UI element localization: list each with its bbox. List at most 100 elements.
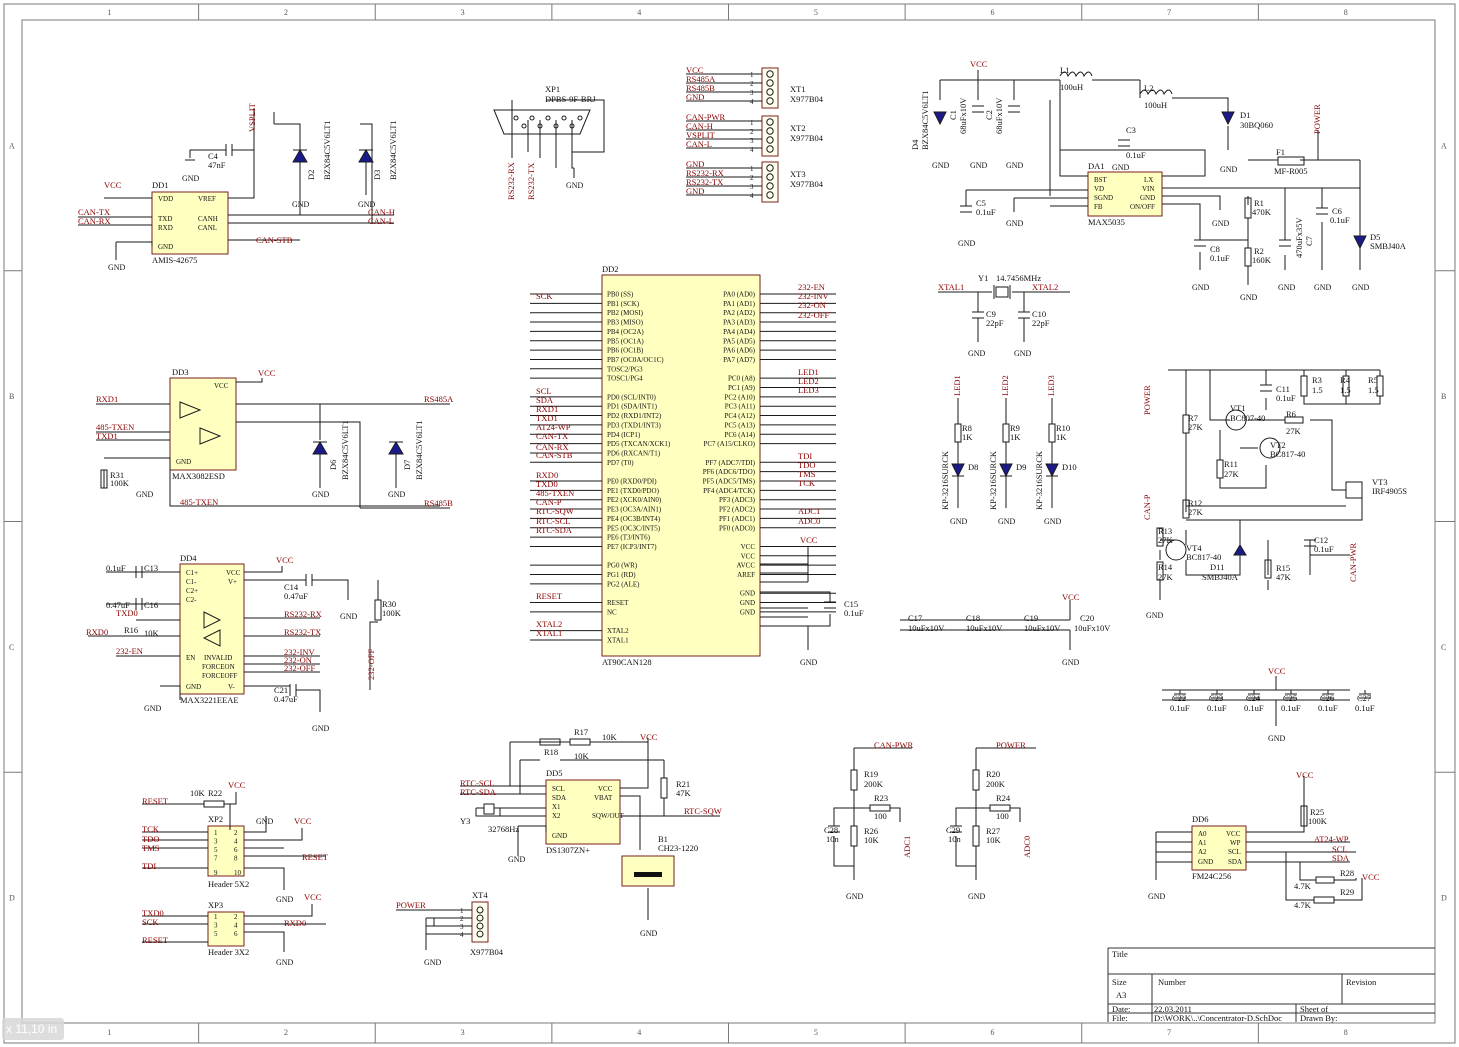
r18-ref: R18 [544,747,558,757]
c3-ref: C3 [1126,125,1136,135]
net-label: AT24-WP [1314,834,1349,844]
d5-value: SMBJ40A [1370,241,1407,251]
net-label: SCK [536,291,553,301]
dd2-pin-label: PF0 (ADC0) [719,524,756,532]
dd1-pin: TXD [158,215,172,223]
gnd-symbol: GND [1014,349,1032,358]
c8-value: 0.1uF [1210,253,1230,263]
dd2-ref: DD2 [602,264,619,274]
c21-value: 0.47uF [274,694,298,704]
c1-value: 68uFx10V [958,97,968,134]
net-label: VCC [640,732,658,742]
r14-value: 27K [1158,572,1174,582]
r23-value: 100 [874,811,887,821]
terminal-pin-number: 2 [750,174,754,182]
gnd-symbol: GND [292,200,310,209]
dd5-pin: SDA [552,794,566,802]
c28-value: 10n [826,834,840,844]
c15-value: 0.1uF [844,608,864,618]
net-label: CAN-L [368,216,394,226]
d3-ref: D3 [372,170,382,180]
gnd-symbol: GND [800,658,818,667]
terminal-pin-number: 1 [750,71,754,79]
title-label: Title [1112,949,1128,959]
r20-value: 200K [986,779,1006,789]
r16-ref: R16 [124,625,138,635]
vt2-value: BC817-40 [1270,449,1305,459]
header-pin-number: 5 [214,846,218,854]
dd5-pin: VBAT [594,794,613,802]
net-label: 232-ON [798,300,826,310]
dd5-pin: VCC [598,785,613,793]
headers-xp2-xp3: XP2 Header 5X2 XP3 Header 3X2 1 2 3 4 5 6 7 8 9 1… [142,780,329,967]
terminal-pin-number: 3 [460,923,464,931]
net-label: LED3 [798,385,819,395]
net-label: CAN-PWR [1348,542,1358,582]
dd2-pin-label: PD1 (SDA/INT1) [607,403,658,411]
dd2-pin-label: PA1 (AD1) [723,300,755,308]
size-label: Size [1112,977,1127,987]
header-pin-number: 3 [214,838,218,846]
r6-ref: R6 [1286,409,1296,419]
led-indicators: LED1R81KD8KP-3216SURCKGNDLED2R91KD9KP-32… [940,375,1077,526]
r31-value: 100K [110,478,130,488]
dd5-pin: SCL [552,785,565,793]
zone-col-label: 4 [637,8,641,17]
dd2-name: AT90CAN128 [602,657,652,667]
dd6-pin: A2 [1198,848,1207,856]
net-label: LED2 [1000,375,1010,396]
r6-value: 27K [1286,426,1302,436]
file-label: File: [1112,1013,1128,1023]
resistor-body [1048,423,1056,443]
header-pin-number: 3 [214,922,218,930]
net-label: VCC [228,780,246,790]
y3-ref: Y3 [460,816,470,826]
net-label: RTC-SQW [684,806,722,816]
net-label: RTC-SQW [536,506,574,516]
c9-value: 22pF [986,318,1004,328]
net-label: GND [686,186,704,196]
gnd-symbol: GND [1240,293,1258,302]
terminal-pin-number: 2 [460,915,464,923]
dd1-pin: CANH [198,215,218,223]
terminal-pin-number: 1 [750,119,754,127]
d6-ref: D6 [328,460,338,470]
da1-pin: VD [1094,185,1104,193]
terminal-pin-number: 4 [750,98,754,106]
dd2-pin-label: PF6 (ADC6/TDO) [703,468,756,476]
d7-value: BZX84C5V6LT1 [414,420,424,480]
dd6-name: FM24C256 [1192,871,1231,881]
dd2-pin-label: PF3 (ADC3) [719,496,756,504]
dd2-pin-label: XTAL1 [607,636,629,644]
dd4-pin: C2+ [186,587,198,595]
led-ref: D9 [1016,462,1026,472]
net-label: 232-EN [116,646,143,656]
resistor-value: 1K [962,432,973,442]
net-label: RESET [142,796,169,806]
net-label: RXD0 [86,627,108,637]
c1-ref: C1 [948,110,958,120]
c29-value: 10n [948,834,962,844]
size-value: A3 [1116,990,1126,1000]
terminal-pin-number: 4 [750,146,754,154]
c11-value: 0.1uF [1276,393,1296,403]
d6-value: BZX84C5V6LT1 [340,420,350,480]
cap-ref: C25 [1283,693,1297,703]
header-pin-number: 2 [234,913,238,921]
dd3-name: MAX3082ESD [172,471,225,481]
net-label: RESET [302,852,329,862]
da1-pin: LX [1144,176,1153,184]
cap-ref: C24 [1246,693,1261,703]
terminal-pin-number: 1 [460,907,464,915]
zone-col-label: 1 [107,8,111,17]
dd2-pin-label: PC1 (A9) [728,384,756,392]
r29-value: 4.7K [1294,900,1312,910]
da1-pin: GND [1140,194,1155,202]
dd2-pin-label: PC6 (A14) [724,431,755,439]
zone-col-label: 5 [814,8,818,17]
xt2-ref: XT2 [790,123,806,133]
dd2-pin-label: PE3 (OC3A/AIN1) [607,506,662,514]
gnd-symbol: GND [1220,165,1238,174]
xt3-ref: XT3 [790,169,806,179]
xt4-terminal: 1234 POWER XT4 X977B04 GND [396,890,504,967]
